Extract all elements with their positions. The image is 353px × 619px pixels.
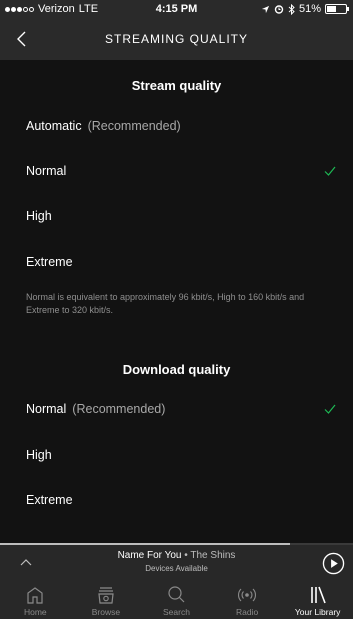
battery-percent: 51% (298, 3, 321, 15)
download-option-normal[interactable]: Normal (Recommended) (26, 389, 337, 429)
tab-bar: Home Browse Search Radio Your Library (0, 579, 353, 619)
stream-quality-header: Stream quality (131, 78, 222, 93)
playback-progress (0, 543, 290, 545)
home-icon (27, 587, 43, 604)
mini-player[interactable]: Name For You • The Shins Devices Availab… (0, 543, 353, 579)
battery-icon (325, 4, 349, 14)
download-option-extreme[interactable]: Extreme (26, 480, 337, 520)
option-label: High (26, 448, 52, 462)
option-label: Extreme (26, 493, 73, 507)
checkmark-icon (324, 166, 336, 176)
download-option-high[interactable]: High (26, 435, 337, 475)
devices-available[interactable]: Devices Available (0, 564, 353, 573)
tab-browse[interactable]: Browse (71, 579, 142, 619)
alarm-clock-icon (274, 5, 284, 14)
tab-label: Your Library (294, 607, 341, 617)
option-label: Normal (26, 402, 67, 416)
track-title: Name For You (117, 550, 182, 561)
settings-content: Stream quality Automatic (Recommended) N… (0, 60, 353, 543)
stream-option-high[interactable]: High (26, 196, 337, 236)
browse-icon (98, 587, 114, 604)
tab-label: Search (163, 607, 190, 617)
track-artist: The Shins (190, 550, 236, 561)
tab-home[interactable]: Home (0, 579, 71, 619)
stream-option-automatic[interactable]: Automatic (Recommended) (26, 106, 337, 146)
bluetooth-icon (288, 3, 295, 15)
tab-label: Browse (91, 607, 121, 617)
download-quality-header: Download quality (122, 362, 231, 377)
option-label: Automatic (26, 119, 82, 133)
play-icon[interactable] (322, 552, 345, 575)
quality-description: Normal is equivalent to approximately 96… (26, 292, 305, 315)
option-note: (Recommended) (72, 402, 166, 416)
option-label: Normal (26, 164, 67, 178)
now-playing-track: Name For You • The Shins (0, 550, 353, 561)
tab-label: Radio (235, 607, 259, 617)
stream-option-normal[interactable]: Normal (26, 151, 337, 191)
radio-icon (238, 588, 257, 602)
library-icon (310, 586, 326, 604)
tab-search[interactable]: Search (141, 579, 212, 619)
option-label: Extreme (26, 255, 73, 269)
status-right: 51% (261, 3, 349, 15)
tab-radio[interactable]: Radio (212, 579, 283, 619)
stream-option-extreme[interactable]: Extreme (26, 242, 337, 282)
page-title: STREAMING QUALITY (104, 32, 249, 46)
option-note: (Recommended) (87, 119, 181, 133)
nav-bar: STREAMING QUALITY (0, 20, 353, 60)
option-label: High (26, 209, 52, 223)
location-arrow-icon (261, 5, 270, 13)
search-icon (168, 586, 185, 603)
tab-label: Home (23, 607, 47, 617)
checkmark-icon (324, 404, 336, 414)
tab-your-library[interactable]: Your Library (282, 579, 353, 619)
status-bar: Verizon LTE 4:15 PM 51% (0, 0, 353, 20)
